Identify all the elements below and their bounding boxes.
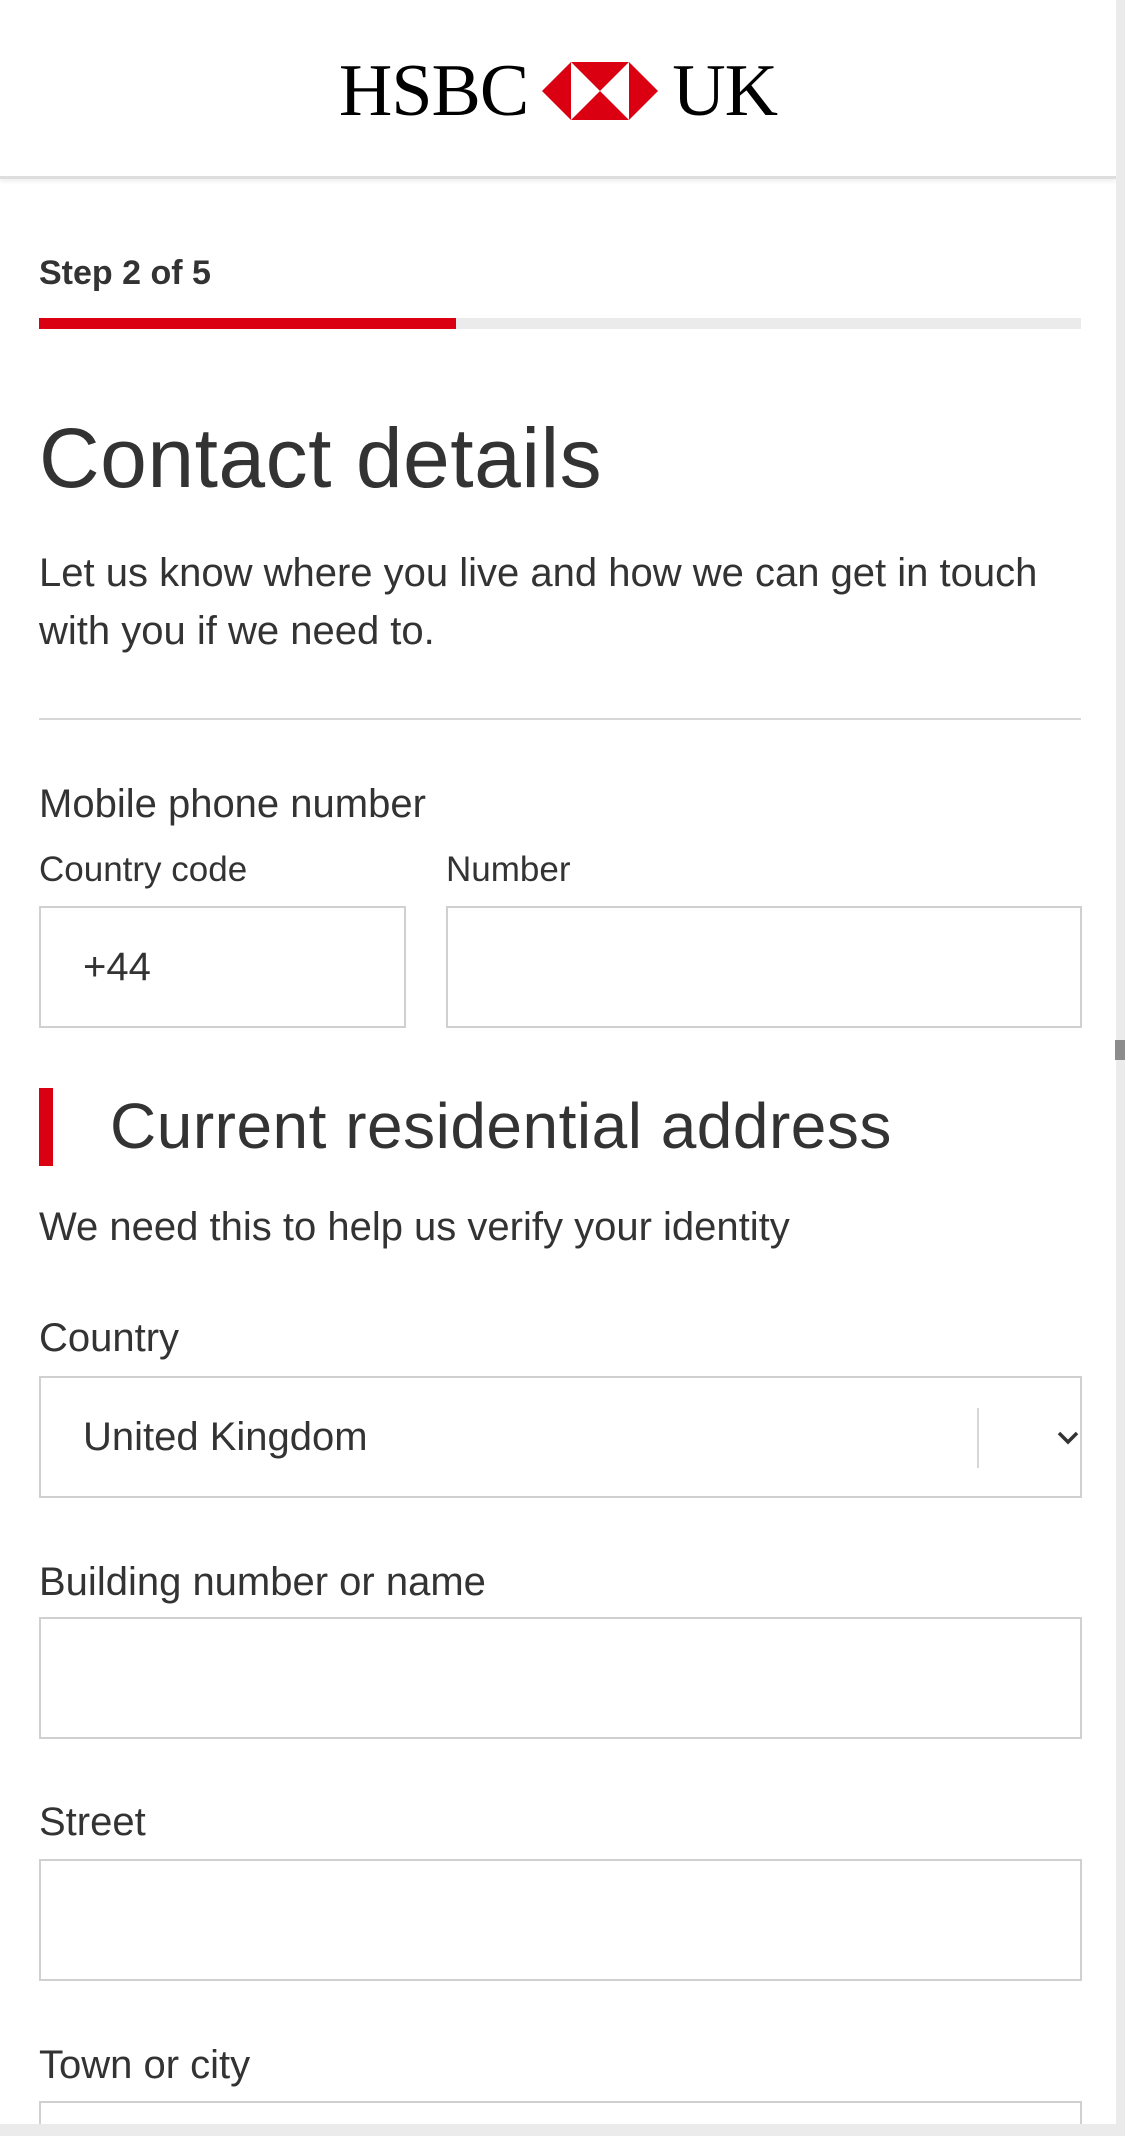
brand-region: UK [672,50,778,132]
section-divider [39,718,1081,720]
phone-number-input[interactable] [446,906,1082,1028]
address-section-description: We need this to help us verify your iden… [39,1205,790,1249]
town-input[interactable] [39,2101,1082,2124]
street-label: Street [39,1800,146,1844]
street-input[interactable] [39,1859,1082,1981]
phone-number-label: Number [446,850,571,889]
chevron-down-icon [1057,1431,1079,1445]
country-code-label: Country code [39,850,248,889]
building-input[interactable] [39,1617,1082,1739]
country-code-input[interactable]: +44 [39,906,406,1028]
address-section-title: Current residential address [110,1090,892,1162]
page: HSBC UK Step 2 of 5 Contact details Let … [0,0,1116,2124]
progress-bar [39,318,1081,329]
hsbc-uk-logo: HSBC UK [0,48,1116,134]
country-select-value: United Kingdom [83,1414,368,1459]
scrollbar-handle[interactable] [1115,1040,1125,1060]
select-divider [977,1408,979,1468]
page-intro: Let us know where you live and how we ca… [39,551,1038,653]
country-label: Country [39,1316,180,1360]
progress-bar-fill [39,318,456,329]
brand-name: HSBC [338,50,529,132]
building-label: Building number or name [39,1560,486,1604]
country-code-value: +44 [83,944,151,989]
mobile-phone-label: Mobile phone number [39,782,426,826]
page-title: Contact details [39,411,603,505]
hsbc-hexagon-logo-icon [542,62,659,120]
town-label: Town or city [39,2043,251,2087]
header: HSBC UK [0,0,1116,179]
section-accent-bar [39,1088,53,1166]
country-select[interactable]: United Kingdom [39,1376,1082,1498]
step-indicator: Step 2 of 5 [39,254,211,292]
